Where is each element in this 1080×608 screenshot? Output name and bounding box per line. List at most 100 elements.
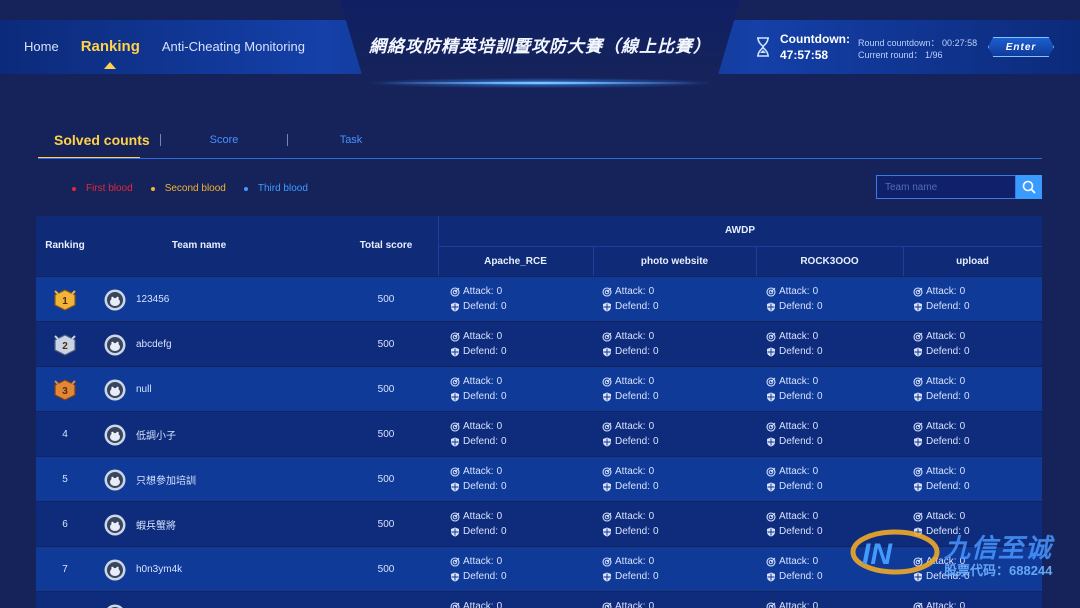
avatar <box>104 289 126 310</box>
challenge-stats: Attack: 0 Defend: 0 <box>766 509 823 539</box>
attack-label: Attack: <box>926 286 957 297</box>
legend-label: Second blood <box>164 183 226 194</box>
attack-icon <box>602 556 612 567</box>
attack-label: Attack: <box>463 556 494 567</box>
defend-value: 0 <box>653 481 659 492</box>
attack-value: 0 <box>648 511 655 522</box>
attack-label: Attack: <box>926 331 957 342</box>
defend-label: Defend: <box>779 346 815 357</box>
tab-score[interactable]: Score <box>161 134 287 146</box>
tab-task[interactable]: Task <box>288 134 414 146</box>
search-button[interactable] <box>1016 175 1042 199</box>
nav-anti-cheating[interactable]: Anti-Cheating Monitoring <box>162 39 305 54</box>
team-name[interactable]: h0n3ym4k <box>136 564 182 575</box>
challenge-stats: Attack: 0 Defend: 0 <box>766 374 823 404</box>
shield-icon <box>767 527 775 536</box>
team-name[interactable]: 低調小子 <box>136 427 176 442</box>
challenge-stats: Attack:0 Defend: <box>913 599 965 608</box>
shield-icon <box>451 302 459 311</box>
defend-line: Defend: 0 <box>766 434 823 449</box>
defend-line: Defend: 0 <box>766 344 823 359</box>
defend-label: Defend: <box>463 391 499 402</box>
avatar <box>104 469 126 490</box>
page-title: 網絡攻防精英培訓暨攻防大賽（線上比賽） <box>369 37 711 56</box>
attack-icon <box>602 511 612 522</box>
defend-label: Defend: <box>615 481 651 492</box>
attack-line: Attack: 0 <box>913 284 970 299</box>
attack-icon <box>602 286 612 297</box>
defend-label: Defend: <box>463 436 499 447</box>
challenge-stats: Attack: 0 Defend: 0 <box>602 554 659 584</box>
attack-value: 0 <box>959 376 966 387</box>
attack-label: Attack: <box>463 286 494 297</box>
shield-icon <box>603 392 611 401</box>
defend-label: Defend: <box>926 481 962 492</box>
attack-value: 0 <box>648 421 655 432</box>
nav-ranking[interactable]: Ranking <box>81 38 140 69</box>
rank-cell: 2 <box>36 322 94 367</box>
team-name[interactable]: null <box>136 384 152 395</box>
defend-value: 0 <box>653 526 659 537</box>
team-name[interactable]: 蝦兵蟹將 <box>136 517 176 532</box>
attack-line: Attack: 0 <box>913 329 970 344</box>
attack-value: 0 <box>496 556 503 567</box>
team-name[interactable]: 123456 <box>136 294 169 305</box>
score-cell: 500 <box>377 339 395 350</box>
team-name-input[interactable] <box>876 175 1016 199</box>
defend-line: Defend: 0 <box>913 344 970 359</box>
defend-line: Defend: 0 <box>913 479 970 494</box>
defend-value: 0 <box>964 346 970 357</box>
challenge-stats: Attack: 0 Defend: 0 <box>766 554 823 584</box>
countdown-label: Countdown: <box>780 32 850 46</box>
tab-solved-counts[interactable]: Solved counts <box>38 132 160 159</box>
attack-value: 0 <box>496 286 503 297</box>
challenge-stats: Attack:0 Defend: <box>766 599 818 608</box>
shield-icon <box>603 572 611 581</box>
team-name[interactable]: abcdefg <box>136 339 172 350</box>
defend-line: Defend: 0 <box>766 389 823 404</box>
tabs-underline <box>38 158 1042 159</box>
current-round: Current round： 1/96 <box>858 50 943 60</box>
rank-cell <box>36 592 94 608</box>
attack-icon <box>602 466 612 477</box>
shield-icon <box>451 437 459 446</box>
attack-line: Attack: 0 <box>450 554 507 569</box>
attack-line: Attack: 0 <box>450 509 507 524</box>
shield-icon <box>603 302 611 311</box>
attack-icon <box>913 421 923 432</box>
defend-value: 0 <box>817 481 823 492</box>
rank-medal-icon: 3 <box>54 378 76 401</box>
attack-line: Attack: 0 <box>450 329 507 344</box>
header-total-score: Total score <box>359 240 413 251</box>
legend-third-blood: Third blood <box>243 183 308 194</box>
defend-label: Defend: <box>926 346 962 357</box>
defend-value: 0 <box>653 391 659 402</box>
attack-value: 0 <box>648 376 655 387</box>
avatar <box>104 514 126 535</box>
rank-number: 7 <box>62 564 68 575</box>
rank-number: 5 <box>62 474 68 485</box>
rank-cell: 5 <box>36 457 94 502</box>
challenge-stats: Attack: 0 Defend: 0 <box>766 329 823 359</box>
defend-line: Defend: 0 <box>602 344 659 359</box>
search-icon <box>1022 180 1036 194</box>
nav-home[interactable]: Home <box>24 39 59 54</box>
hourglass-icon <box>757 37 769 57</box>
challenge-stats: Attack: 0 Defend: 0 <box>766 284 823 314</box>
defend-value: 0 <box>501 346 507 357</box>
score-cell: 500 <box>377 474 395 485</box>
table-row: 5 只想參加培訓 500 Attack: 0 Defend: 0 Attack:… <box>36 456 1042 501</box>
defend-value: 0 <box>964 301 970 312</box>
challenge-stats: Attack: 0 Defend: 0 <box>602 419 659 449</box>
attack-icon <box>766 421 776 432</box>
attack-line: Attack: 0 <box>450 419 507 434</box>
shield-icon <box>914 392 922 401</box>
avatar <box>104 559 126 580</box>
legend-dot <box>150 186 155 191</box>
attack-icon <box>450 286 460 297</box>
enter-button[interactable]: Enter <box>988 37 1054 57</box>
attack-label: Attack: <box>779 556 810 567</box>
attack-icon <box>450 511 460 522</box>
attack-icon <box>766 601 776 608</box>
team-name[interactable]: 只想參加培訓 <box>136 472 196 487</box>
